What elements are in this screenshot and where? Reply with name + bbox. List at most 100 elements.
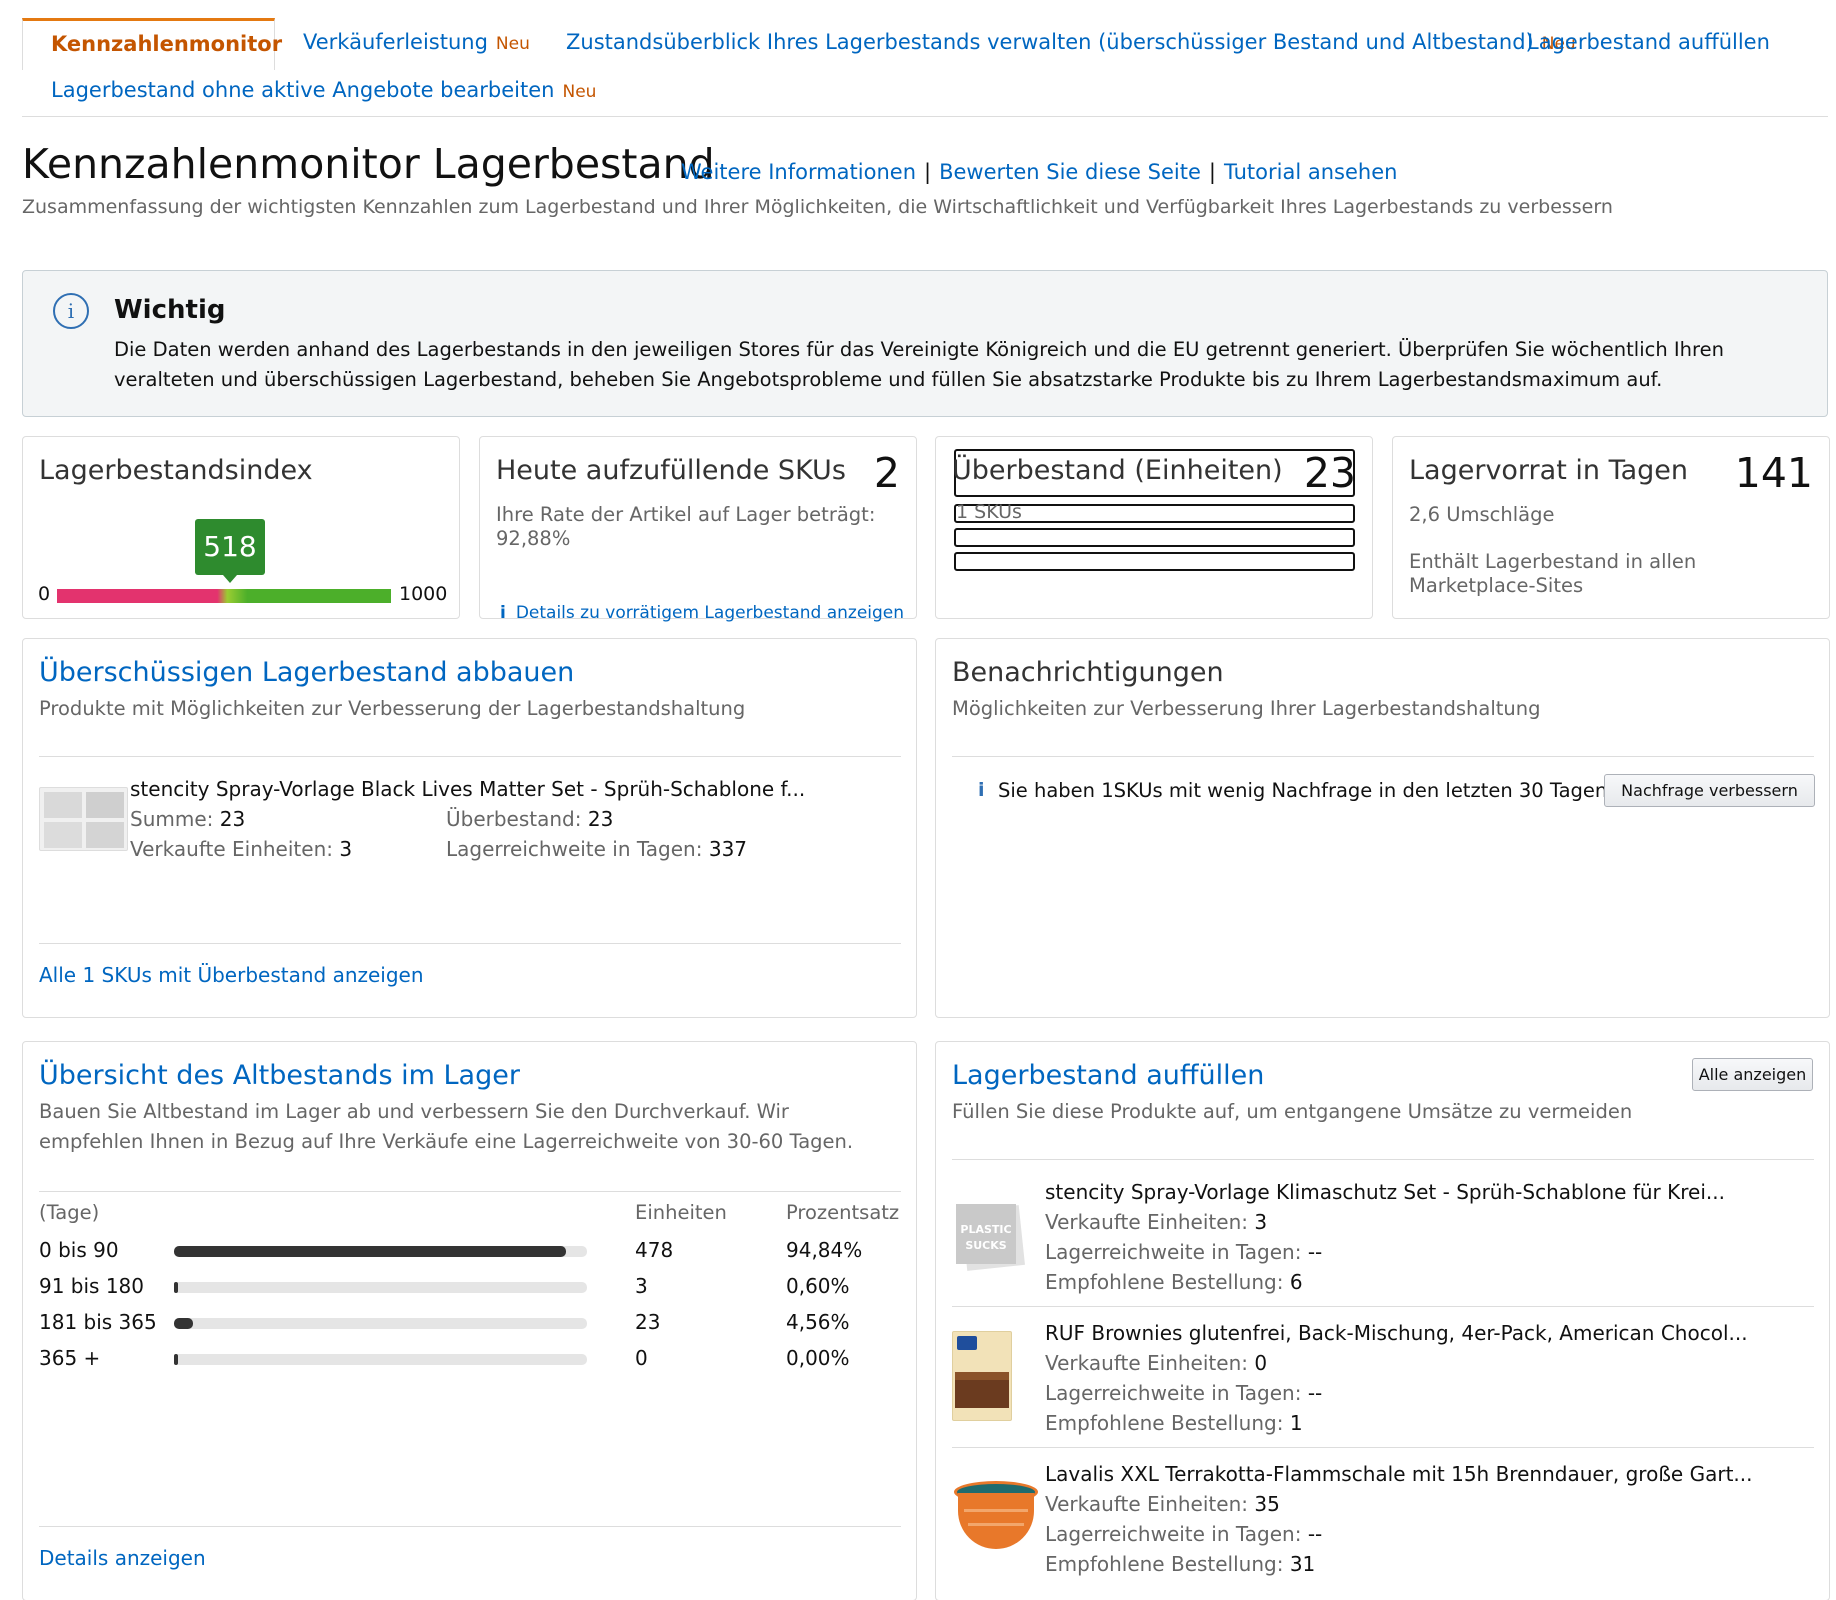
age-units-value: 0 bbox=[635, 1346, 648, 1370]
divider bbox=[952, 1306, 1814, 1307]
placeholder-box bbox=[954, 528, 1355, 547]
placeholder-box bbox=[954, 552, 1355, 571]
header-links: Weitere Informationen | Bewerten Sie diese… bbox=[681, 160, 1397, 184]
skus-value: 2 bbox=[873, 449, 900, 497]
rate-page-link[interactable]: Bewerten Sie diese Seite bbox=[939, 160, 1201, 184]
field-label: Lagerreichweite in Tagen: bbox=[1045, 1240, 1302, 1264]
tutorial-link[interactable]: Tutorial ansehen bbox=[1224, 160, 1397, 184]
excess-inventory-card: Überschüssigen Lagerbestand abbauen Prod… bbox=[22, 638, 917, 1018]
age-bar-fill bbox=[174, 1246, 566, 1257]
field-value: 0 bbox=[1254, 1351, 1268, 1375]
field-label: Summe: bbox=[130, 807, 214, 831]
tab-kennzahlenmonitor[interactable]: Kennzahlenmonitor bbox=[22, 18, 282, 70]
card-title: Lagervorrat in Tagen bbox=[1409, 455, 1689, 486]
field-value: 31 bbox=[1289, 1552, 1316, 1576]
section-subtitle: Möglichkeiten zur Verbesserung Ihrer Lag… bbox=[952, 697, 1541, 720]
units-sold-field: Verkaufte Einheiten: 3 bbox=[1045, 1210, 1267, 1234]
field-value: 3 bbox=[339, 837, 353, 861]
field-label: Empfohlene Bestellung: bbox=[1045, 1411, 1284, 1435]
field-label: Lagerreichweite in Tagen: bbox=[1045, 1381, 1302, 1405]
field-label: Lagerreichweite in Tagen: bbox=[1045, 1522, 1302, 1546]
overstock-skus: 1 SKUs bbox=[956, 501, 1022, 523]
section-title-link[interactable]: Übersicht des Altbestands im Lager bbox=[39, 1060, 520, 1091]
tab-lagerbestand-auffuellen[interactable]: Lagerbestand auffüllen bbox=[1527, 30, 1770, 54]
overstock-field: Überbestand: 23 bbox=[446, 807, 613, 831]
product-title-link[interactable]: Lavalis XXL Terrakotta-Flammschale mit 1… bbox=[1045, 1462, 1752, 1486]
divider bbox=[39, 1191, 901, 1192]
alert-body: Die Daten werden anhand des Lagerbestand… bbox=[114, 338, 1724, 391]
important-alert: i Wichtig Die Daten werden anhand des La… bbox=[22, 270, 1828, 417]
field-label: Empfohlene Bestellung: bbox=[1045, 1552, 1284, 1576]
age-percentage-value: 0,00% bbox=[786, 1346, 850, 1370]
age-bar-track bbox=[174, 1354, 587, 1365]
units-sold-field: Verkaufte Einheiten: 3 bbox=[130, 837, 352, 861]
field-label: Verkaufte Einheiten: bbox=[1045, 1351, 1248, 1375]
gauge-max-label: 1000 bbox=[399, 583, 448, 605]
tab-label: Lagerbestand auffüllen bbox=[1527, 30, 1770, 54]
field-label: Lagerreichweite in Tagen: bbox=[446, 837, 703, 861]
section-title-link[interactable]: Überschüssigen Lagerbestand abbauen bbox=[39, 657, 574, 688]
tab-verkaeuferleistung[interactable]: Verkäuferleistung Neu bbox=[303, 30, 530, 54]
divider bbox=[39, 756, 901, 757]
tab-label: Zustandsüberblick Ihres Lagerbestands ve… bbox=[566, 30, 1534, 54]
field-label: Empfohlene Bestellung: bbox=[1045, 1270, 1284, 1294]
divider bbox=[952, 1159, 1814, 1160]
age-units-value: 478 bbox=[635, 1238, 674, 1262]
section-title: Benachrichtigungen bbox=[952, 657, 1224, 688]
view-details-link[interactable]: Details anzeigen bbox=[39, 1546, 206, 1570]
notifications-card: Benachrichtigungen Möglichkeiten zur Ver… bbox=[935, 638, 1830, 1018]
product-thumbnail bbox=[39, 787, 128, 851]
field-label: Verkaufte Einheiten: bbox=[1045, 1210, 1248, 1234]
more-info-link[interactable]: Weitere Informationen bbox=[681, 160, 916, 184]
alert-title: Wichtig bbox=[114, 295, 226, 325]
field-value: 35 bbox=[1254, 1492, 1280, 1516]
page-subtitle: Zusammenfassung der wichtigsten Kennzahl… bbox=[22, 196, 1613, 218]
age-bar-track bbox=[174, 1318, 587, 1329]
age-range-label: 181 bis 365 bbox=[39, 1310, 157, 1334]
product-title-link[interactable]: RUF Brownies glutenfrei, Back-Mischung, … bbox=[1045, 1321, 1748, 1345]
link-separator: | bbox=[924, 160, 932, 184]
improve-demand-button[interactable]: Nachfrage verbessern bbox=[1604, 774, 1815, 807]
sum-field: Summe: 23 bbox=[130, 807, 245, 831]
view-all-button[interactable]: Alle anzeigen bbox=[1692, 1058, 1813, 1091]
product-thumbnail: PLASTIC SUCKS bbox=[954, 1200, 1026, 1272]
tab-ohne-aktive-angebote[interactable]: Lagerbestand ohne aktive Angebote bearbe… bbox=[51, 78, 596, 102]
tab-label: Lagerbestand ohne aktive Angebote bearbe… bbox=[51, 78, 555, 102]
field-value: 23 bbox=[587, 807, 614, 831]
product-title-link[interactable]: stencity Spray-Vorlage Black Lives Matte… bbox=[130, 777, 805, 801]
field-value: 1 bbox=[1289, 1411, 1303, 1435]
field-value: 3 bbox=[1254, 1210, 1268, 1234]
field-value: 6 bbox=[1289, 1270, 1303, 1294]
field-value: 337 bbox=[708, 837, 748, 861]
days-of-supply-value: 141 bbox=[1734, 449, 1813, 497]
link-label: Details zu vorrätigem Lagerbestand anzei… bbox=[515, 603, 905, 623]
field-value: -- bbox=[1307, 1381, 1323, 1405]
in-stock-details-link[interactable]: i Details zu vorrätigem Lagerbestand anze… bbox=[496, 603, 904, 623]
tab-zustandsueberblick[interactable]: Zustandsüberblick Ihres Lagerbestands ve… bbox=[566, 30, 1576, 54]
view-overstock-skus-link[interactable]: Alle 1 SKUs mit Überbestand anzeigen bbox=[39, 963, 424, 987]
age-percentage-value: 94,84% bbox=[786, 1238, 863, 1262]
age-units-value: 23 bbox=[635, 1310, 661, 1334]
age-bar-fill bbox=[174, 1354, 178, 1365]
age-bar-fill bbox=[174, 1282, 178, 1293]
overstock-value: 23 bbox=[1303, 449, 1356, 497]
divider bbox=[39, 1526, 901, 1527]
tab-label: Kennzahlenmonitor bbox=[51, 32, 283, 56]
product-title-link[interactable]: stencity Spray-Vorlage Klimaschutz Set -… bbox=[1045, 1180, 1725, 1204]
field-label: Verkaufte Einheiten: bbox=[1045, 1492, 1248, 1516]
card-title: Heute aufzufüllende SKUs bbox=[496, 455, 846, 486]
divider bbox=[952, 756, 1814, 757]
column-header-units: Einheiten bbox=[635, 1201, 727, 1224]
info-icon: i bbox=[978, 779, 985, 801]
thumb-label: PLASTIC SUCKS bbox=[956, 1204, 1016, 1264]
index-value-marker: 518 bbox=[195, 519, 265, 583]
units-sold-field: Verkaufte Einheiten: 35 bbox=[1045, 1492, 1280, 1516]
divider bbox=[39, 943, 901, 944]
tab-bar: Kennzahlenmonitor Verkäuferleistung Neu Z… bbox=[22, 18, 1828, 117]
days-of-supply-field: Lagerreichweite in Tagen: -- bbox=[1045, 1381, 1322, 1405]
recommended-order-field: Empfohlene Bestellung: 6 bbox=[1045, 1270, 1303, 1294]
page-title: Kennzahlenmonitor Lagerbestand bbox=[22, 140, 715, 188]
marketplace-note: Enthält Lagerbestand in allen Marketplac… bbox=[1409, 550, 1697, 597]
section-title-link[interactable]: Lagerbestand auffüllen bbox=[952, 1060, 1264, 1091]
restock-card: Lagerbestand auffüllen Füllen Sie diese … bbox=[935, 1041, 1830, 1600]
